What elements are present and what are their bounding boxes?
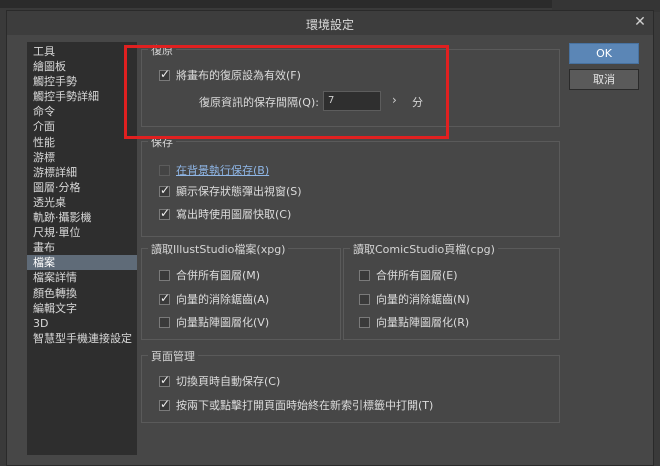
comicstudio-group-title: 讀取ComicStudio頁檔(cpg)	[350, 241, 498, 257]
layer-cache-checkbox[interactable]	[159, 206, 170, 220]
illust-merge-checkbox[interactable]	[159, 269, 170, 281]
comic-antialias-row[interactable]: 向量的消除鋸齒(N)	[359, 291, 470, 307]
sidebar-item[interactable]: 編輯文字	[27, 301, 137, 316]
layer-cache-row[interactable]: 寫出時使用圖層快取(C)	[159, 206, 291, 222]
sidebar-item[interactable]: 檔案詳情	[27, 270, 137, 285]
illust-merge-label: 合併所有圖層(M)	[176, 269, 261, 282]
new-tab-row[interactable]: 按兩下或點擊打開頁面時始終在新索引標籤中打開(T)	[159, 397, 433, 413]
sidebar-item[interactable]: 顏色轉換	[27, 286, 137, 301]
new-tab-checkbox[interactable]	[159, 397, 170, 411]
new-tab-label: 按兩下或點擊打開頁面時始終在新索引標籤中打開(T)	[176, 399, 434, 412]
show-progress-row[interactable]: 顯示保存狀態彈出視窗(S)	[159, 183, 302, 199]
auto-save-label: 切換頁時自動保存(C)	[176, 375, 281, 388]
enable-canvas-undo-row[interactable]: 將畫布的復原設為有效(F)	[159, 67, 301, 83]
bg-save-checkbox[interactable]	[159, 164, 170, 176]
enable-canvas-undo-checkbox[interactable]	[159, 67, 170, 81]
sidebar-item[interactable]: 尺規·單位	[27, 225, 137, 240]
save-group-title: 保存	[148, 134, 176, 150]
comic-antialias-label: 向量的消除鋸齒(N)	[376, 293, 470, 306]
undo-interval-label: 復原資訊的保存間隔(Q):	[199, 96, 319, 109]
cancel-button[interactable]: 取消	[569, 69, 639, 90]
comic-merge-label: 合併所有圖層(E)	[376, 269, 458, 282]
undo-group-title: 復原	[148, 42, 176, 58]
sidebar-item[interactable]: 檔案	[27, 255, 137, 271]
illust-rasterize-checkbox[interactable]	[159, 316, 170, 328]
auto-save-checkbox[interactable]	[159, 373, 170, 387]
category-list[interactable]: 工具 繪圖板 觸控手勢 觸控手勢詳細 命令 介面 性能 游標 游標詳細 圖層·分格 透光桌 軌跡·攝影…	[27, 42, 137, 455]
sidebar-item[interactable]: 智慧型手機連接設定	[27, 331, 137, 346]
comic-merge-checkbox[interactable]	[359, 269, 370, 281]
sidebar-item[interactable]: 工具	[27, 44, 137, 59]
sidebar-item[interactable]: 性能	[27, 135, 137, 150]
illuststudio-group-title: 讀取IllustStudio檔案(xpg)	[148, 241, 289, 257]
bg-save-row[interactable]: 在背景執行保存(B)	[159, 162, 269, 178]
sidebar-item[interactable]: 3D	[27, 316, 137, 331]
sidebar-item[interactable]: 圖層·分格	[27, 180, 137, 195]
illust-antialias-row[interactable]: 向量的消除鋸齒(A)	[159, 291, 269, 307]
chevron-right-icon[interactable]: ›	[392, 93, 397, 107]
title-bar[interactable]: 環境設定 ✕	[7, 11, 653, 35]
comic-rasterize-row[interactable]: 向量點陣圖層化(R)	[359, 314, 469, 330]
illust-antialias-checkbox[interactable]	[159, 291, 170, 305]
sidebar-item[interactable]: 介面	[27, 119, 137, 134]
sidebar-item[interactable]: 觸控手勢詳細	[27, 89, 137, 104]
show-progress-label: 顯示保存狀態彈出視窗(S)	[176, 185, 302, 198]
sidebar-item[interactable]: 觸控手勢	[27, 74, 137, 89]
comic-rasterize-checkbox[interactable]	[359, 316, 370, 328]
sidebar-item[interactable]: 軌跡·攝影機	[27, 210, 137, 225]
sidebar-item[interactable]: 畫布	[27, 240, 137, 255]
sidebar-item[interactable]: 命令	[27, 104, 137, 119]
comic-rasterize-label: 向量點陣圖層化(R)	[376, 316, 470, 329]
illust-merge-row[interactable]: 合併所有圖層(M)	[159, 267, 260, 283]
window-title: 環境設定	[305, 18, 354, 32]
illust-rasterize-label: 向量點陣圖層化(V)	[176, 316, 270, 329]
sidebar-item[interactable]: 透光桌	[27, 195, 137, 210]
preferences-dialog: 環境設定 ✕ 工具 繪圖板 觸控手勢 觸控手勢詳細 命令 介面 性能 游標 游標詳細 圖層·分格透…	[6, 10, 654, 466]
comic-merge-row[interactable]: 合併所有圖層(E)	[359, 267, 458, 283]
undo-group: 復原	[141, 42, 560, 127]
ok-button[interactable]: OK	[569, 43, 639, 64]
undo-interval-input[interactable]: 7	[323, 91, 381, 111]
close-icon[interactable]: ✕	[633, 15, 647, 29]
enable-canvas-undo-label: 將畫布的復原設為有效(F)	[176, 69, 301, 82]
bg-save-label[interactable]: 在背景執行保存(B)	[176, 162, 269, 178]
undo-interval-label-row: 復原資訊的保存間隔(Q):	[199, 94, 319, 110]
sidebar-item[interactable]: 游標詳細	[27, 165, 137, 180]
comic-antialias-checkbox[interactable]	[359, 293, 370, 305]
sidebar-item[interactable]: 游標	[27, 150, 137, 165]
sidebar-item[interactable]: 繪圖板	[27, 59, 137, 74]
show-progress-checkbox[interactable]	[159, 183, 170, 197]
illust-antialias-label: 向量的消除鋸齒(A)	[176, 293, 270, 306]
page-management-group-title: 頁面管理	[148, 348, 198, 364]
undo-interval-unit: 分	[412, 96, 423, 109]
layer-cache-label: 寫出時使用圖層快取(C)	[176, 208, 292, 221]
illust-rasterize-row[interactable]: 向量點陣圖層化(V)	[159, 314, 269, 330]
auto-save-row[interactable]: 切換頁時自動保存(C)	[159, 373, 280, 389]
